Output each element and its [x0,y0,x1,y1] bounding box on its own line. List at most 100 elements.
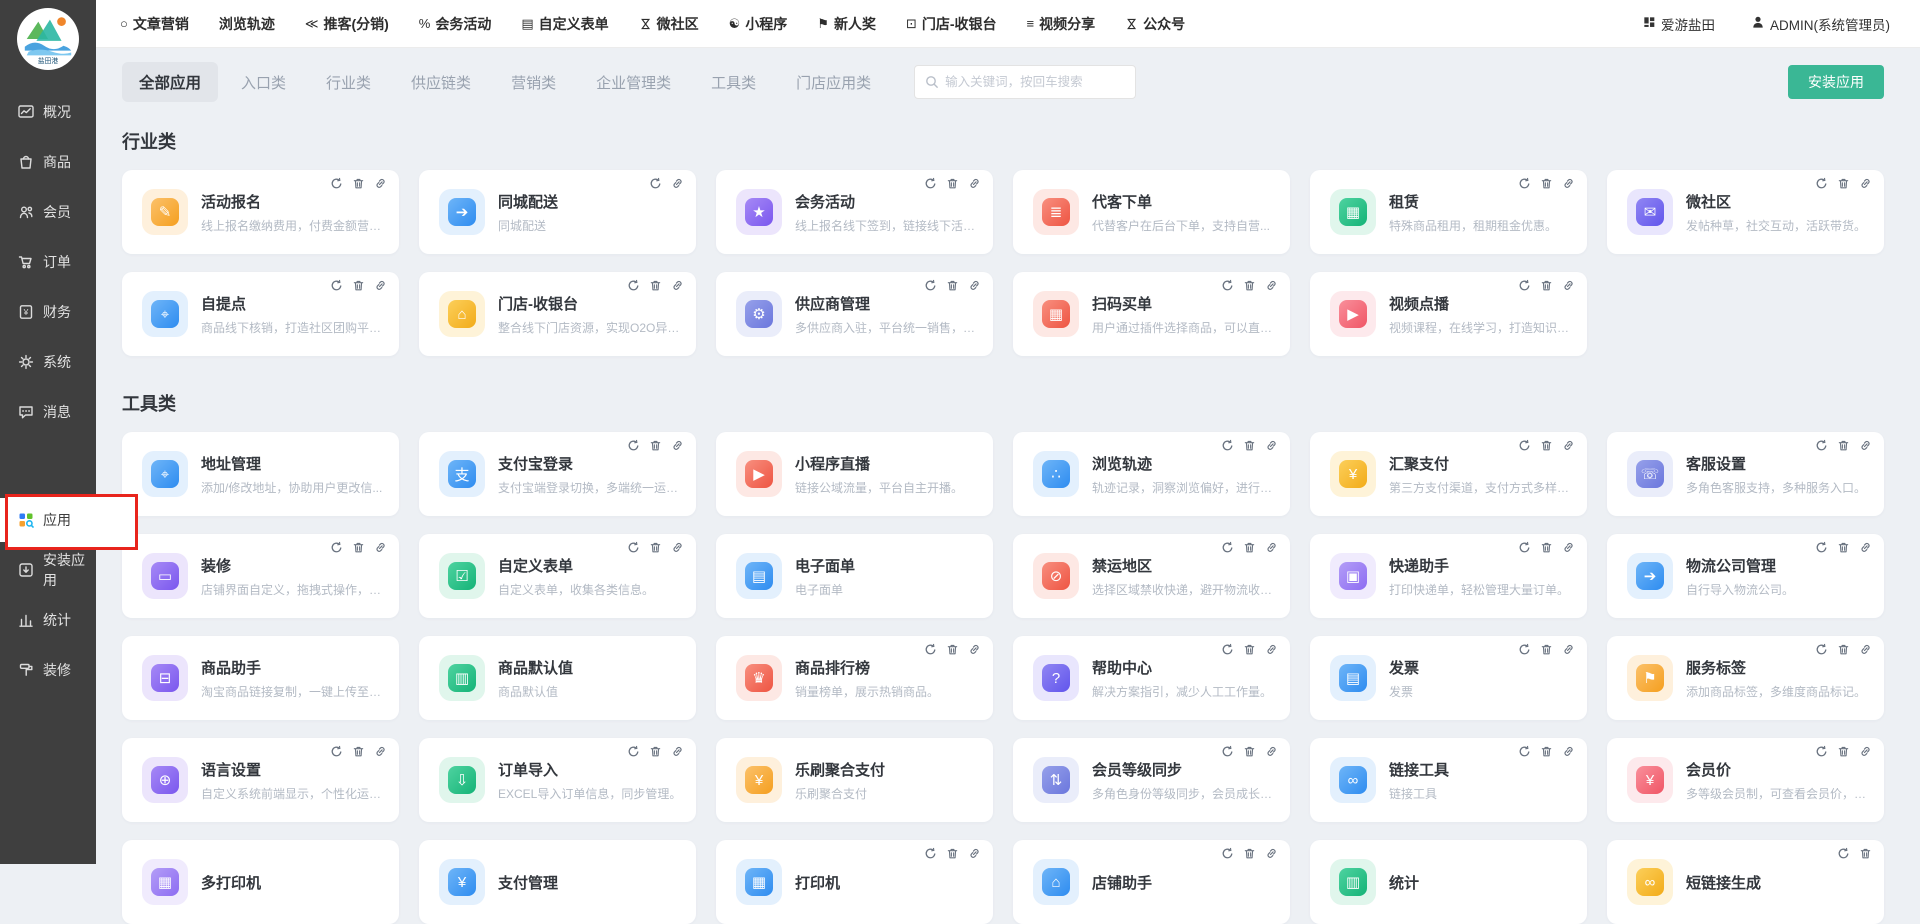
app-card[interactable]: ∞短链接生成 [1607,840,1884,924]
topnav-item[interactable]: ≡视频分享 [1027,14,1096,34]
uninstall-icon[interactable] [352,745,366,759]
refresh-icon[interactable] [1221,847,1235,861]
sidebar-item-install[interactable]: 安装应用 [0,548,96,592]
app-card[interactable]: 支支付宝登录支付宝端登录切换，多端统一运营。 [419,432,696,516]
sidebar-item-messages[interactable]: 消息 [0,390,96,434]
refresh-icon[interactable] [1815,177,1829,191]
sidebar-item-finance[interactable]: ¥财务 [0,290,96,334]
topnav-item[interactable]: ⋈微社区 [639,14,699,34]
topnav-item[interactable]: %会务活动 [419,14,492,34]
refresh-icon[interactable] [1221,541,1235,555]
link-icon[interactable] [671,541,685,555]
app-card[interactable]: ▦打印机 [716,840,993,924]
uninstall-icon[interactable] [1243,439,1257,453]
refresh-icon[interactable] [627,541,641,555]
uninstall-icon[interactable] [1243,541,1257,555]
refresh-icon[interactable] [924,279,938,293]
link-icon[interactable] [1265,541,1279,555]
app-card[interactable]: ▤电子面单电子面单 [716,534,993,618]
refresh-icon[interactable] [1518,541,1532,555]
uninstall-icon[interactable] [352,279,366,293]
link-icon[interactable] [1265,745,1279,759]
uninstall-icon[interactable] [352,177,366,191]
app-card[interactable]: ▥商品默认值商品默认值 [419,636,696,720]
tab-供应链类[interactable]: 供应链类 [394,63,488,102]
app-card[interactable]: ➔物流公司管理自行导入物流公司。 [1607,534,1884,618]
app-card[interactable]: ⇩订单导入EXCEL导入订单信息，同步管理。 [419,738,696,822]
uninstall-icon[interactable] [1540,177,1554,191]
uninstall-icon[interactable] [1540,439,1554,453]
refresh-icon[interactable] [1518,177,1532,191]
uninstall-icon[interactable] [1540,643,1554,657]
refresh-icon[interactable] [1815,439,1829,453]
link-icon[interactable] [968,177,982,191]
app-card[interactable]: ∴浏览轨迹轨迹记录，洞察浏览偏好，进行精... [1013,432,1290,516]
uninstall-icon[interactable] [1837,177,1851,191]
refresh-icon[interactable] [1221,439,1235,453]
app-card[interactable]: ⊘禁运地区选择区域禁收快递，避开物流收发... [1013,534,1290,618]
app-card[interactable]: ▥统计 [1310,840,1587,924]
refresh-icon[interactable] [1221,643,1235,657]
app-card[interactable]: ▶视频点播视频课程，在线学习，打造知识付... [1310,272,1587,356]
topnav-item[interactable]: 浏览轨迹 [219,14,275,34]
tab-行业类[interactable]: 行业类 [309,63,388,102]
refresh-icon[interactable] [1837,847,1851,861]
tab-工具类[interactable]: 工具类 [694,63,773,102]
topnav-item[interactable]: ☯小程序 [729,14,788,34]
tab-门店应用类[interactable]: 门店应用类 [779,63,888,102]
refresh-icon[interactable] [627,279,641,293]
refresh-icon[interactable] [649,177,663,191]
search-input[interactable] [945,75,1125,89]
app-card[interactable]: ⌖自提点商品线下核销，打造社区团购平台。 [122,272,399,356]
app-card[interactable]: ▭装修店铺界面自定义，拖拽式操作，百... [122,534,399,618]
app-card[interactable]: ✉微社区发帖种草，社交互动，活跃带货。 [1607,170,1884,254]
refresh-icon[interactable] [330,541,344,555]
link-icon[interactable] [1562,541,1576,555]
app-card[interactable]: ▤发票发票 [1310,636,1587,720]
uninstall-icon[interactable] [1837,541,1851,555]
link-icon[interactable] [968,643,982,657]
sidebar-item-apps[interactable]: 应用 [0,498,96,542]
uninstall-icon[interactable] [946,847,960,861]
topnav-account[interactable]: ADMIN(系统管理员) [1751,14,1890,34]
refresh-icon[interactable] [1815,643,1829,657]
link-icon[interactable] [1859,177,1873,191]
app-card[interactable]: ⚑服务标签添加商品标签，多维度商品标记。 [1607,636,1884,720]
refresh-icon[interactable] [924,177,938,191]
uninstall-icon[interactable] [946,279,960,293]
topnav-item[interactable]: ○文章营销 [120,14,189,34]
tab-入口类[interactable]: 入口类 [224,63,303,102]
link-icon[interactable] [374,745,388,759]
app-card[interactable]: ⌖地址管理添加/修改地址，协助用户更改信... [122,432,399,516]
refresh-icon[interactable] [330,177,344,191]
link-icon[interactable] [1562,279,1576,293]
topnav-item[interactable]: ⚑新人奖 [817,14,876,34]
app-card[interactable]: ✎活动报名线上报名缴纳费用，付费金额营销... [122,170,399,254]
app-card[interactable]: ☏客服设置多角色客服支持，多种服务入口。 [1607,432,1884,516]
uninstall-icon[interactable] [1540,745,1554,759]
sidebar-item-stats[interactable]: 统计 [0,598,96,642]
app-card[interactable]: ¥汇聚支付第三方支付渠道，支付方式多样性。 [1310,432,1587,516]
link-icon[interactable] [1859,541,1873,555]
link-icon[interactable] [671,177,685,191]
uninstall-icon[interactable] [649,439,663,453]
uninstall-icon[interactable] [1837,745,1851,759]
uninstall-icon[interactable] [649,541,663,555]
app-card[interactable]: ¥乐刷聚合支付乐刷聚合支付 [716,738,993,822]
app-card[interactable]: ?帮助中心解决方案指引，减少人工工作量。 [1013,636,1290,720]
uninstall-icon[interactable] [1243,847,1257,861]
sidebar-item-orders[interactable]: 订单 [0,240,96,284]
link-icon[interactable] [968,279,982,293]
refresh-icon[interactable] [1815,541,1829,555]
refresh-icon[interactable] [330,279,344,293]
link-icon[interactable] [671,439,685,453]
app-card[interactable]: ⚙供应商管理多供应商入驻，平台统一销售，商... [716,272,993,356]
link-icon[interactable] [1265,847,1279,861]
topnav-item[interactable]: ⋈公众号 [1125,14,1185,34]
uninstall-icon[interactable] [1837,439,1851,453]
app-card[interactable]: ▦扫码买单用户通过插件选择商品，可以直接... [1013,272,1290,356]
refresh-icon[interactable] [1518,643,1532,657]
uninstall-icon[interactable] [946,177,960,191]
install-app-button[interactable]: 安装应用 [1788,65,1884,99]
link-icon[interactable] [671,279,685,293]
